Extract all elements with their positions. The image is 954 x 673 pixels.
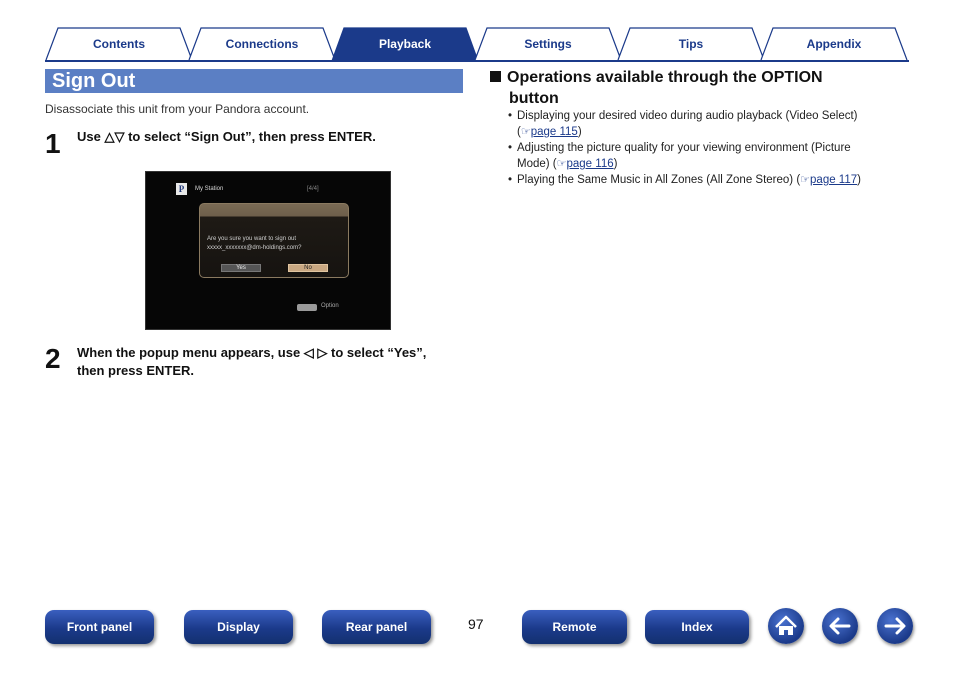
page-reference-icon: ☞ [800, 174, 811, 186]
tab-playback[interactable]: Playback [331, 27, 479, 61]
option-label: Option [321, 303, 339, 309]
tab-underline [45, 60, 909, 62]
gui-screenshot: P My Station [4/4] Are you sure you want… [145, 171, 391, 330]
section-title: Sign Out [52, 70, 136, 92]
step-number-2: 2 [45, 343, 61, 374]
list-item: Playing the Same Music in All Zones (All… [507, 172, 909, 188]
tab-connections[interactable]: Connections [188, 27, 336, 61]
tab-tips[interactable]: Tips [617, 27, 765, 61]
home-button[interactable] [768, 608, 804, 644]
home-icon [775, 615, 797, 635]
step-text-1: Use △▽ to select “Sign Out”, then press … [77, 129, 376, 144]
page-number: 97 [468, 616, 484, 632]
list-item: Displaying your desired video during aud… [507, 108, 909, 140]
page-link-116[interactable]: page 116 [567, 158, 614, 170]
page-link-115[interactable]: page 115 [531, 126, 578, 138]
options-list: Displaying your desired video during aud… [507, 108, 909, 188]
popup-message: Are you sure you want to sign out xxxxx_… [207, 236, 302, 251]
list-item: Adjusting the picture quality for your v… [507, 140, 909, 172]
yes-button[interactable]: Yes [221, 264, 261, 272]
index-button[interactable]: Index [645, 610, 749, 644]
section-description: Disassociate this unit from your Pandora… [45, 102, 310, 116]
station-name: My Station [195, 186, 224, 192]
option-button-icon [297, 304, 317, 311]
no-button[interactable]: No [288, 264, 328, 272]
back-arrow-icon [829, 617, 851, 635]
front-panel-button[interactable]: Front panel [45, 610, 154, 644]
forward-button[interactable] [877, 608, 913, 644]
rear-panel-button[interactable]: Rear panel [322, 610, 431, 644]
page-reference-icon: ☞ [520, 126, 531, 138]
section-title-bar: Sign Out [45, 69, 463, 93]
options-heading: Operations available through the OPTION … [490, 67, 890, 109]
tab-bar: Contents Connections Playback Settings T… [45, 27, 909, 61]
remote-button[interactable]: Remote [522, 610, 627, 644]
sign-out-popup: Are you sure you want to sign out xxxxx_… [199, 203, 349, 278]
station-counter: [4/4] [307, 186, 319, 192]
tab-settings[interactable]: Settings [474, 27, 622, 61]
tab-contents[interactable]: Contents [45, 27, 193, 61]
page-link-117[interactable]: page 117 [810, 174, 857, 186]
step-text-2: When the popup menu appears, use ◁ ▷ to … [77, 345, 427, 378]
step-number-1: 1 [45, 128, 61, 159]
forward-arrow-icon [884, 617, 906, 635]
pandora-logo: P [176, 183, 187, 195]
square-bullet-icon [490, 71, 501, 82]
tab-appendix[interactable]: Appendix [760, 27, 908, 61]
display-button[interactable]: Display [184, 610, 293, 644]
page-reference-icon: ☞ [556, 158, 567, 170]
back-button[interactable] [822, 608, 858, 644]
